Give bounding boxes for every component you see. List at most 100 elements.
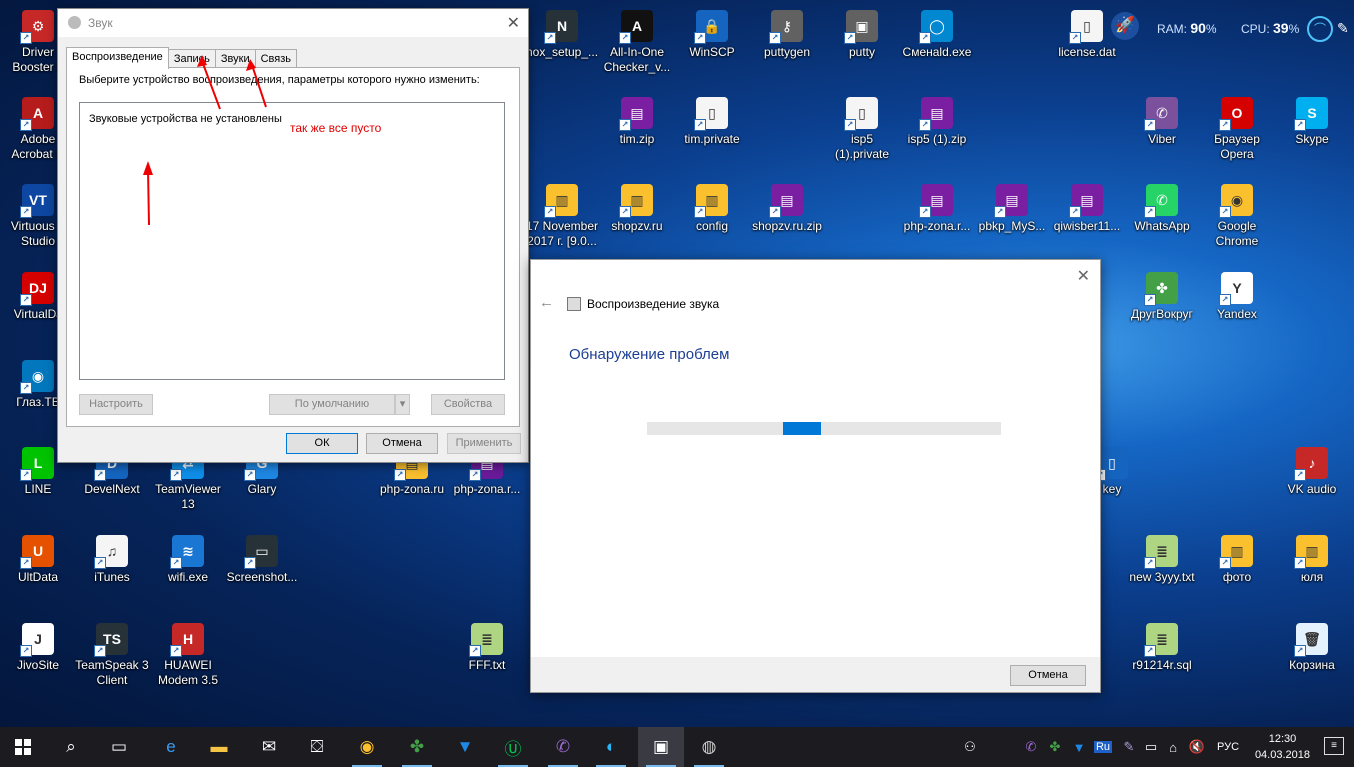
desktop-icon-pbkp[interactable]: ▤ ↗ pbkp_MyS...	[974, 184, 1050, 234]
store-icon[interactable]: ⛋	[294, 727, 340, 767]
drugvokrug-tray-icon[interactable]: ✤	[1046, 727, 1064, 767]
desktop-icon-foto[interactable]: ▥ ↗ фото	[1199, 535, 1275, 585]
device-list[interactable]: Звуковые устройства не установлены	[79, 102, 505, 380]
allinone-icon: A ↗	[619, 10, 653, 44]
tab-communications[interactable]: Связь	[254, 49, 298, 68]
troubleshooter-heading: Обнаружение проблем	[569, 346, 730, 363]
desktop-icon-vk-audio[interactable]: ♪ ↗ VK audio	[1274, 447, 1350, 497]
desktop-icon-nox-setup[interactable]: N ↗ nox_setup_...	[524, 10, 600, 60]
shortcut-arrow-icon: ↗	[994, 206, 1006, 218]
desktop-icon-skype[interactable]: S ↗ Skype	[1274, 97, 1350, 147]
desktop-icon-chrome[interactable]: ◉ ↗ Google Chrome	[1199, 184, 1275, 249]
desktop-icon-drugvokrug[interactable]: ✤ ↗ ДругВокруг	[1124, 272, 1200, 322]
desktop-icon-new-yyy[interactable]: ≣ ↗ new 3yyy.txt	[1124, 535, 1200, 585]
upwork-taskbar-icon[interactable]: Ⓤ	[490, 727, 536, 767]
properties-button[interactable]: Свойства	[431, 394, 505, 415]
speaker-taskbar-icon[interactable]: ◍	[686, 727, 732, 767]
desktop-icon-viber[interactable]: ✆ ↗ Viber	[1124, 97, 1200, 147]
desktop-icon-screenshot[interactable]: ▭ ↗ Screenshot...	[224, 535, 300, 585]
desktop-icon-yandex[interactable]: Y ↗ Yandex	[1199, 272, 1275, 322]
search-icon[interactable]: ⌕	[48, 727, 94, 767]
cancel-button[interactable]: Отмена	[1010, 665, 1086, 686]
desktop-icon-isp5-zip[interactable]: ▤ ↗ isp5 (1).zip	[899, 97, 975, 147]
speedometer-icon[interactable]: ⌒	[1307, 16, 1333, 42]
desktop-icon-jivosite[interactable]: J ↗ JivoSite	[0, 623, 76, 673]
desktop-icon-label: VK audio	[1287, 482, 1337, 496]
whatsapp-icon: ✆ ↗	[1144, 184, 1178, 218]
desktop-icon-korzina[interactable]: 🗑 ↗ Корзина	[1274, 623, 1350, 673]
vpn-taskbar-icon[interactable]: ▼	[442, 727, 488, 767]
tab-recording[interactable]: Запись	[167, 49, 216, 68]
desktop-icon-teamspeak[interactable]: TS ↗ TeamSpeak 3 Client	[74, 623, 150, 688]
desktop-icon-smenald[interactable]: ◯ ↗ Сменаld.exe	[899, 10, 975, 60]
configure-button[interactable]: Настроить	[79, 394, 153, 415]
shortcut-arrow-icon: ↗	[694, 32, 706, 44]
chrome-taskbar-icon[interactable]: ◉	[344, 727, 390, 767]
desktop-icon-allinone[interactable]: A ↗ All-In-One Checker_v...	[599, 10, 675, 75]
set-default-button[interactable]: По умолчанию	[269, 394, 395, 415]
rocket-icon[interactable]: 🚀	[1111, 12, 1139, 40]
tab-playback[interactable]: Воспроизведение	[66, 47, 169, 69]
shortcut-arrow-icon: ↗	[94, 557, 106, 569]
vpn-tray-icon[interactable]: ▼	[1070, 727, 1088, 767]
smena-taskbar-icon[interactable]: ◐	[588, 727, 634, 767]
desktop-icon-huawei-modem[interactable]: H ↗ HUAWEI Modem 3.5	[150, 623, 226, 688]
desktop-icon-winscp[interactable]: 🔒 ↗ WinSCP	[674, 10, 750, 60]
desktop-icon-nov-2017[interactable]: ▥ ↗ 17 November 2017 г. [9.0...	[524, 184, 600, 249]
desktop-icon-isp5-private[interactable]: ▯ ↗ isp5 (1).private	[824, 97, 900, 162]
desktop-icon-putty[interactable]: ▣ ↗ putty	[824, 10, 900, 60]
cancel-button[interactable]: Отмена	[366, 433, 438, 454]
chevron-down-icon[interactable]: ▾	[395, 394, 410, 415]
desktop-icon-ultdata[interactable]: U ↗ UltData	[0, 535, 76, 585]
drugvokrug-taskbar-icon[interactable]: ✤	[394, 727, 440, 767]
close-icon[interactable]: ✕	[507, 13, 520, 33]
language-indicator[interactable]: Ru	[1093, 727, 1113, 767]
ok-button[interactable]: ОК	[286, 433, 358, 454]
sound-settings-taskbar-icon[interactable]: ▣	[638, 727, 684, 767]
pen-icon[interactable]: ✎	[1337, 20, 1349, 37]
battery-icon[interactable]: ▭	[1142, 727, 1160, 767]
input-language[interactable]: РУС	[1214, 727, 1242, 767]
close-icon[interactable]: ✕	[1077, 266, 1090, 286]
desktop-icon-itunes[interactable]: ♫ ↗ iTunes	[74, 535, 150, 585]
empty-device-message: Звуковые устройства не установлены	[89, 113, 282, 125]
annotation-text: так же все пусто	[290, 121, 382, 135]
clock[interactable]: 12:30 04.03.2018	[1255, 731, 1310, 763]
tab-sounds[interactable]: Звуки	[214, 49, 256, 68]
desktop-icon-wifi-exe[interactable]: ≋ ↗ wifi.exe	[150, 535, 226, 585]
apply-button[interactable]: Применить	[447, 433, 521, 454]
notifications-icon[interactable]: ≡	[1324, 737, 1344, 755]
desktop-icon-config[interactable]: ▥ ↗ config	[674, 184, 750, 234]
desktop-icon-shopzv-zip[interactable]: ▤ ↗ shopzv.ru.zip	[749, 184, 825, 234]
desktop-icon-puttygen[interactable]: ⚷ ↗ puttygen	[749, 10, 825, 60]
pen-tray-icon[interactable]: ✎	[1118, 727, 1140, 767]
desktop-icon-fff-txt[interactable]: ≣ ↗ FFF.txt	[449, 623, 525, 673]
desktop-icon-qiwisber[interactable]: ▤ ↗ qiwisber11...	[1049, 184, 1125, 234]
mail-icon[interactable]: ✉	[246, 727, 292, 767]
viber-taskbar-icon[interactable]: ✆	[540, 727, 586, 767]
network-icon[interactable]: ⌂	[1164, 727, 1182, 767]
shortcut-arrow-icon: ↗	[469, 469, 481, 481]
sound-dialog-titlebar[interactable]: Звук ✕	[58, 9, 528, 37]
start-button[interactable]	[0, 727, 46, 767]
desktop-icon-shopzv[interactable]: ▥ ↗ shopzv.ru	[599, 184, 675, 234]
desktop-icon-label: HUAWEI Modem 3.5	[157, 658, 219, 687]
shortcut-arrow-icon: ↗	[544, 32, 556, 44]
desktop-icon-label: Yandex	[1217, 307, 1257, 321]
desktop-icon-r91214r[interactable]: ≣ ↗ r91214r.sql	[1124, 623, 1200, 673]
file-explorer-icon[interactable]: ▬	[196, 727, 242, 767]
edge-icon[interactable]: e	[148, 727, 194, 767]
volume-muted-icon[interactable]: 🔇	[1186, 727, 1208, 767]
desktop-icon-whatsapp[interactable]: ✆ ↗ WhatsApp	[1124, 184, 1200, 234]
people-icon[interactable]: ⚇	[956, 727, 984, 767]
task-view-icon[interactable]: ▭	[96, 727, 142, 767]
desktop-icon-php-zona-r[interactable]: ▤ ↗ php-zona.r...	[899, 184, 975, 234]
viber-tray-icon[interactable]: ✆	[1022, 727, 1040, 767]
tim-zip-icon: ▤ ↗	[619, 97, 653, 131]
desktop-icon-label: WinSCP	[689, 45, 735, 59]
desktop-icon-tim-zip[interactable]: ▤ ↗ tim.zip	[599, 97, 675, 147]
back-arrow-icon[interactable]: ←	[539, 294, 554, 311]
desktop-icon-tim-private[interactable]: ▯ ↗ tim.private	[674, 97, 750, 147]
desktop-icon-opera[interactable]: O ↗ Браузер Opera	[1199, 97, 1275, 162]
desktop-icon-yulya[interactable]: ▥ ↗ юля	[1274, 535, 1350, 585]
